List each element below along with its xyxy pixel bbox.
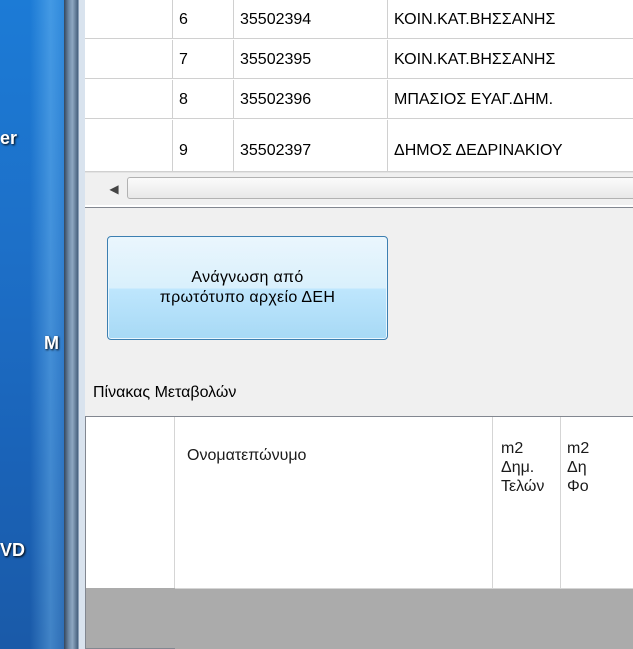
name-cell[interactable]: ΚΟΙΝ.ΚΑΤ.ΒΗΣΣΑΝΗΣ bbox=[388, 0, 633, 39]
table-row[interactable]: 7 35502395 ΚΟΙΝ.ΚΑΤ.ΒΗΣΣΑΝΗΣ bbox=[85, 40, 633, 80]
desktop-background: er M VD bbox=[0, 0, 64, 649]
row-header-cell[interactable] bbox=[85, 40, 173, 79]
changes-table-title: Πίνακας Μεταβολών bbox=[93, 384, 237, 401]
scrollbar-thumb[interactable] bbox=[127, 177, 633, 199]
code-cell[interactable]: 35502396 bbox=[234, 80, 388, 119]
name-cell[interactable]: ΔΗΜΟΣ ΔΕΔΡΙΝΑΚΙΟΥ bbox=[388, 120, 633, 172]
row-header-cell[interactable] bbox=[85, 120, 173, 172]
row-header-cell[interactable] bbox=[85, 0, 173, 39]
changes-grid-header: Ονοματεπώνυμο m2 Δημ. Τελών m2 Δη Φο bbox=[86, 417, 633, 588]
index-cell[interactable]: 6 bbox=[173, 0, 234, 39]
scroll-left-icon[interactable]: ◀ bbox=[103, 173, 125, 205]
column-header-label: m2 Δημ. Τελών bbox=[501, 440, 545, 495]
name-cell[interactable]: ΜΠΑΣΙΟΣ ΕΥΑΓ.ΔΗΜ. bbox=[388, 80, 633, 119]
column-header-fullname[interactable]: Ονοματεπώνυμο bbox=[175, 417, 493, 588]
column-header-m2-tax[interactable]: m2 Δη Φο bbox=[561, 417, 633, 588]
read-button-label: Ανάγνωση από πρωτότυπο αρχείο ΔΕΗ bbox=[159, 269, 336, 306]
code-cell[interactable]: 35502394 bbox=[234, 0, 388, 39]
horizontal-scrollbar[interactable]: ◀ bbox=[85, 172, 633, 205]
column-header-label: Ονοματεπώνυμο bbox=[187, 447, 307, 464]
row-header-cell[interactable] bbox=[85, 80, 173, 119]
index-cell[interactable]: 7 bbox=[173, 40, 234, 79]
desktop-icon-label[interactable]: VD bbox=[0, 540, 25, 561]
column-header-m2-fees[interactable]: m2 Δημ. Τελών bbox=[493, 417, 561, 588]
name-cell[interactable]: ΚΟΙΝ.ΚΑΤ.ΒΗΣΣΑΝΗΣ bbox=[388, 40, 633, 79]
desktop-icon-label[interactable]: er bbox=[0, 128, 17, 149]
code-cell[interactable]: 35502395 bbox=[234, 40, 388, 79]
index-cell[interactable]: 8 bbox=[173, 80, 234, 119]
window-frame-inner-border bbox=[78, 0, 85, 649]
window-frame-border bbox=[64, 0, 78, 649]
read-from-original-file-button[interactable]: Ανάγνωση από πρωτότυπο αρχείο ΔΕΗ bbox=[107, 236, 388, 340]
header-corner-cell[interactable] bbox=[86, 417, 175, 588]
desktop-icon-label[interactable]: M bbox=[44, 333, 59, 354]
changes-grid[interactable]: Ονοματεπώνυμο m2 Δημ. Τελών m2 Δη Φο bbox=[85, 416, 633, 649]
records-grid[interactable]: 6 35502394 ΚΟΙΝ.ΚΑΤ.ΒΗΣΣΑΝΗΣ 7 35502395 … bbox=[85, 0, 633, 208]
code-cell[interactable]: 35502397 bbox=[234, 120, 388, 172]
table-row[interactable]: 8 35502396 ΜΠΑΣΙΟΣ ΕΥΑΓ.ΔΗΜ. bbox=[85, 80, 633, 120]
column-header-label: m2 Δη Φο bbox=[567, 440, 590, 495]
table-row[interactable]: 6 35502394 ΚΟΙΝ.ΚΑΤ.ΒΗΣΣΑΝΗΣ bbox=[85, 0, 633, 40]
table-row[interactable]: 9 35502397 ΔΗΜΟΣ ΔΕΔΡΙΝΑΚΙΟΥ bbox=[85, 120, 633, 172]
window-client-area: 6 35502394 ΚΟΙΝ.ΚΑΤ.ΒΗΣΣΑΝΗΣ 7 35502395 … bbox=[85, 0, 633, 649]
changes-grid-body[interactable] bbox=[175, 589, 633, 649]
index-cell[interactable]: 9 bbox=[173, 120, 234, 172]
